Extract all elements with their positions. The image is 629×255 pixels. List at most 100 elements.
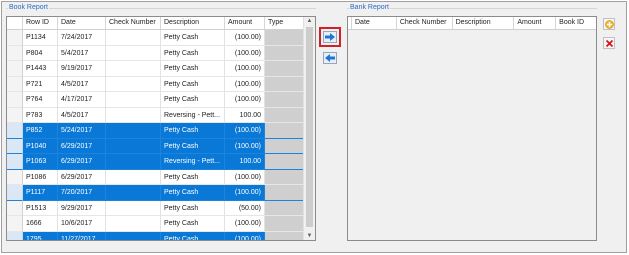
cell-amount: (100.00) bbox=[225, 30, 265, 46]
table-row[interactable]: 1795 11/27/2017 Petty Cash (100.00) bbox=[7, 231, 305, 240]
cell-check-number bbox=[106, 45, 161, 61]
bank-col-amount[interactable]: Amount bbox=[514, 17, 557, 29]
cell-check-number bbox=[106, 231, 161, 240]
cell-type bbox=[265, 138, 305, 154]
move-left-button[interactable] bbox=[323, 52, 337, 64]
add-button[interactable] bbox=[603, 18, 615, 30]
col-description[interactable]: Description bbox=[161, 17, 225, 29]
cell-description: Petty Cash bbox=[161, 216, 225, 232]
cell-amount: (100.00) bbox=[225, 61, 265, 77]
row-selector[interactable] bbox=[7, 138, 23, 154]
cell-date: 6/29/2017 bbox=[58, 154, 106, 170]
cell-type bbox=[265, 154, 305, 170]
row-selector[interactable] bbox=[7, 216, 23, 232]
table-row[interactable]: P804 5/4/2017 Petty Cash (100.00) bbox=[7, 45, 305, 61]
row-selector[interactable] bbox=[7, 231, 23, 240]
row-selector[interactable] bbox=[7, 185, 23, 201]
cell-check-number bbox=[106, 138, 161, 154]
bank-report-grid[interactable]: Date Check Number Description Amount Boo… bbox=[347, 16, 597, 241]
scroll-down-icon[interactable]: ▼ bbox=[306, 232, 313, 240]
cell-type bbox=[265, 61, 305, 77]
table-row[interactable]: P1513 9/29/2017 Petty Cash (50.00) bbox=[7, 200, 305, 216]
cell-check-number bbox=[106, 123, 161, 139]
row-selector[interactable] bbox=[7, 45, 23, 61]
row-selector[interactable] bbox=[7, 169, 23, 185]
row-selector[interactable] bbox=[7, 123, 23, 139]
table-row[interactable]: P764 4/17/2017 Petty Cash (100.00) bbox=[7, 92, 305, 108]
scroll-up-icon[interactable]: ▲ bbox=[306, 17, 313, 25]
cell-amount: 100.00 bbox=[225, 107, 265, 123]
bank-col-check-number[interactable]: Check Number bbox=[397, 17, 453, 29]
table-row[interactable]: P1134 7/24/2017 Petty Cash (100.00) bbox=[7, 30, 305, 46]
col-check-number[interactable]: Check Number bbox=[106, 17, 161, 29]
cell-row-id: P804 bbox=[23, 45, 58, 61]
row-selector[interactable] bbox=[7, 200, 23, 216]
table-row[interactable]: P1086 6/29/2017 Petty Cash (100.00) bbox=[7, 169, 305, 185]
row-selector[interactable] bbox=[7, 76, 23, 92]
cell-date: 5/4/2017 bbox=[58, 45, 106, 61]
cell-row-id: P852 bbox=[23, 123, 58, 139]
book-grid-scrollbar[interactable]: ▲ ▼ bbox=[303, 17, 315, 240]
cell-date: 6/29/2017 bbox=[58, 169, 106, 185]
col-row-id[interactable]: Row ID bbox=[23, 17, 58, 29]
table-row[interactable]: P852 5/24/2017 Petty Cash (100.00) bbox=[7, 123, 305, 139]
cell-type bbox=[265, 107, 305, 123]
bank-col-description[interactable]: Description bbox=[453, 17, 515, 29]
row-selector[interactable] bbox=[7, 154, 23, 170]
cell-row-id: P1063 bbox=[23, 154, 58, 170]
cell-type bbox=[265, 45, 305, 61]
table-row[interactable]: P1063 6/29/2017 Reversing - Pett... 100.00 bbox=[7, 154, 305, 170]
cell-check-number bbox=[106, 107, 161, 123]
cell-description: Petty Cash bbox=[161, 92, 225, 108]
col-type[interactable]: Type bbox=[265, 17, 305, 29]
table-row[interactable]: P721 4/5/2017 Petty Cash (100.00) bbox=[7, 76, 305, 92]
cell-type bbox=[265, 231, 305, 240]
cell-row-id: P764 bbox=[23, 92, 58, 108]
cell-date: 4/17/2017 bbox=[58, 92, 106, 108]
cell-description: Petty Cash bbox=[161, 138, 225, 154]
cell-description: Petty Cash bbox=[161, 61, 225, 77]
cell-description: Reversing - Pett... bbox=[161, 107, 225, 123]
cell-date: 10/6/2017 bbox=[58, 216, 106, 232]
row-selector[interactable] bbox=[7, 61, 23, 77]
table-row[interactable]: P1443 9/19/2017 Petty Cash (100.00) bbox=[7, 61, 305, 77]
delete-button[interactable] bbox=[603, 37, 615, 49]
cell-amount: (100.00) bbox=[225, 76, 265, 92]
cell-amount: (100.00) bbox=[225, 123, 265, 139]
cell-type bbox=[265, 216, 305, 232]
row-selector[interactable] bbox=[7, 107, 23, 123]
row-selector[interactable] bbox=[7, 30, 23, 46]
table-row[interactable]: P1040 6/29/2017 Petty Cash (100.00) bbox=[7, 138, 305, 154]
scroll-thumb[interactable] bbox=[306, 27, 313, 227]
book-grid-rows: P1134 7/24/2017 Petty Cash (100.00) P804 5/4/… bbox=[7, 30, 305, 240]
cell-date: 5/24/2017 bbox=[58, 123, 106, 139]
table-row[interactable]: P783 4/5/2017 Reversing - Pett... 100.00 bbox=[7, 107, 305, 123]
cell-check-number bbox=[106, 216, 161, 232]
book-report-grid[interactable]: Row ID Date Check Number Description Amo… bbox=[6, 16, 316, 241]
row-selector[interactable] bbox=[7, 92, 23, 108]
book-grid-header: Row ID Date Check Number Description Amo… bbox=[7, 17, 305, 30]
row-header-corner bbox=[7, 17, 23, 29]
cell-row-id: P1513 bbox=[23, 200, 58, 216]
book-report-title: Book Report bbox=[8, 4, 49, 11]
move-right-button[interactable] bbox=[323, 31, 337, 43]
cell-date: 4/5/2017 bbox=[58, 76, 106, 92]
cell-description: Petty Cash bbox=[161, 169, 225, 185]
cell-check-number bbox=[106, 200, 161, 216]
cell-amount: (100.00) bbox=[225, 169, 265, 185]
cell-date: 7/20/2017 bbox=[58, 185, 106, 201]
cell-amount: (100.00) bbox=[225, 138, 265, 154]
table-row[interactable]: P1117 7/20/2017 Petty Cash (100.00) bbox=[7, 185, 305, 201]
col-amount[interactable]: Amount bbox=[225, 17, 265, 29]
bank-col-book-id[interactable]: Book ID bbox=[556, 17, 596, 29]
cell-description: Reversing - Pett... bbox=[161, 154, 225, 170]
cell-date: 7/24/2017 bbox=[58, 30, 106, 46]
cell-description: Petty Cash bbox=[161, 185, 225, 201]
col-date[interactable]: Date bbox=[58, 17, 106, 29]
cell-row-id: P783 bbox=[23, 107, 58, 123]
cell-date: 9/19/2017 bbox=[58, 61, 106, 77]
table-row[interactable]: 1666 10/6/2017 Petty Cash (100.00) bbox=[7, 216, 305, 232]
cell-description: Petty Cash bbox=[161, 30, 225, 46]
bank-col-date[interactable]: Date bbox=[352, 17, 397, 29]
cell-row-id: P1117 bbox=[23, 185, 58, 201]
